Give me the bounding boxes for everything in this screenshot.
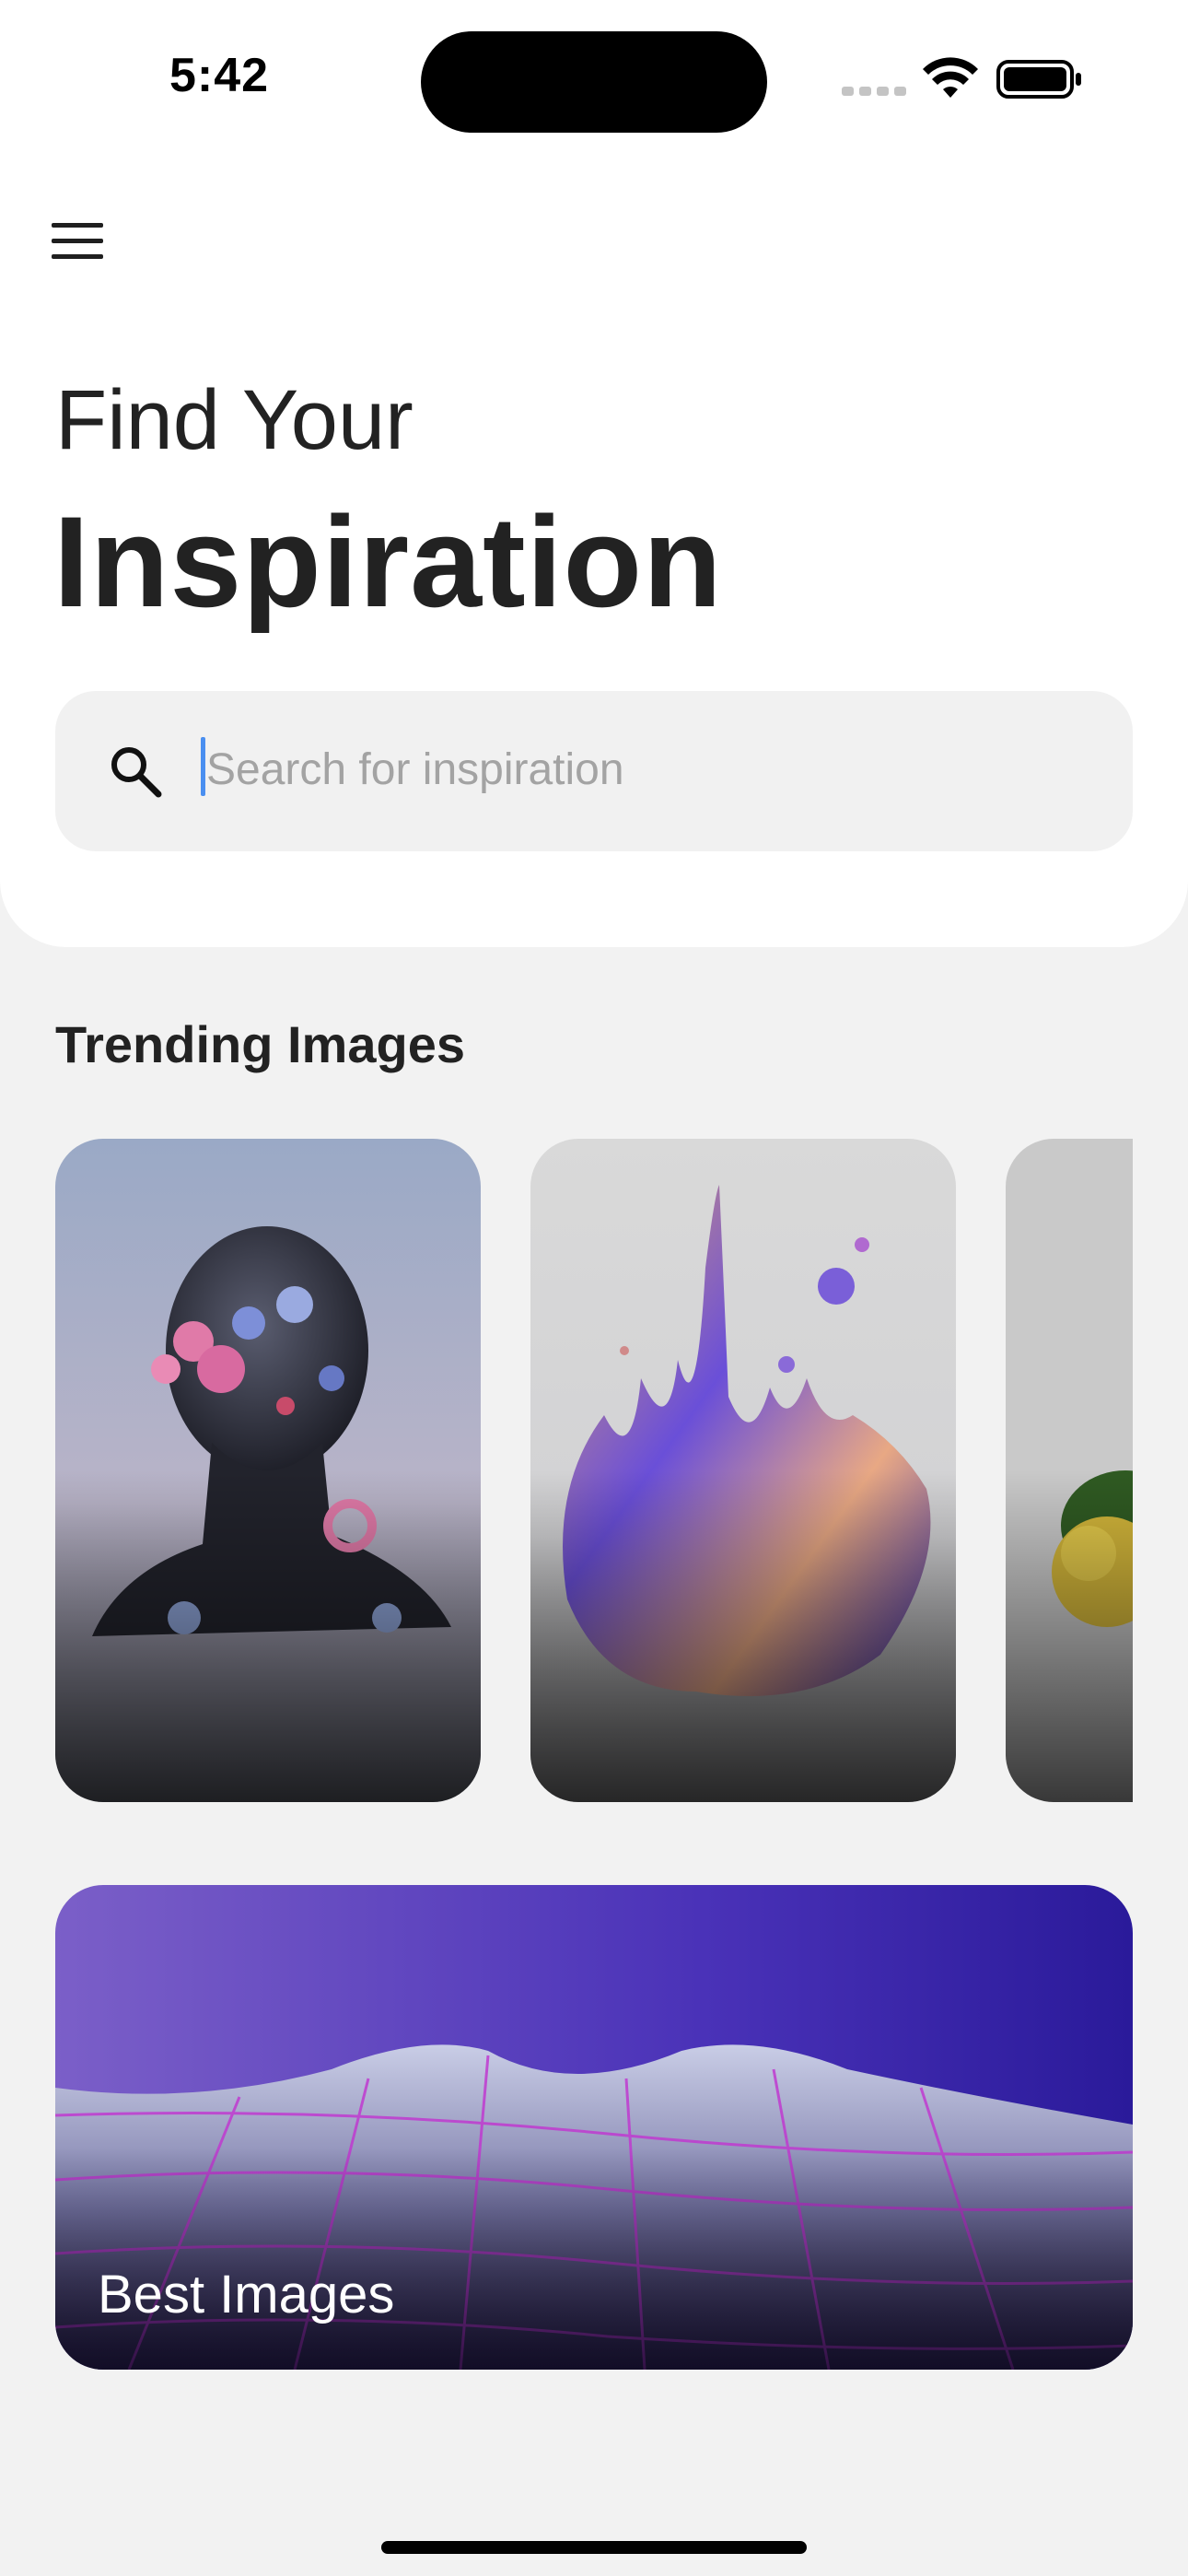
wifi-icon	[923, 57, 978, 98]
search-bar[interactable]	[55, 691, 1133, 851]
search-icon[interactable]	[107, 743, 166, 802]
trending-image-card[interactable]	[1006, 1139, 1133, 1802]
screen: 5:42 Find Your Inspiration Trending Imag…	[0, 0, 1188, 2576]
page-title: Inspiration	[53, 489, 723, 634]
trending-image-card[interactable]	[55, 1139, 481, 1802]
cellular-signal-icon	[842, 87, 906, 98]
hamburger-menu-icon[interactable]	[52, 221, 103, 262]
home-indicator[interactable]	[381, 2541, 807, 2554]
battery-icon	[996, 60, 1081, 99]
trending-carousel[interactable]	[55, 1139, 1133, 1802]
search-input[interactable]	[199, 730, 1090, 809]
dynamic-island	[421, 31, 767, 133]
text-caret	[201, 737, 205, 796]
page-subtitle: Find Your	[55, 373, 413, 467]
status-time: 5:42	[169, 49, 270, 102]
trending-image-card[interactable]	[530, 1139, 956, 1802]
trending-section-title: Trending Images	[55, 1015, 465, 1073]
best-images-label: Best Images	[98, 2265, 395, 2324]
best-images-card[interactable]: Best Images	[55, 1885, 1133, 2370]
